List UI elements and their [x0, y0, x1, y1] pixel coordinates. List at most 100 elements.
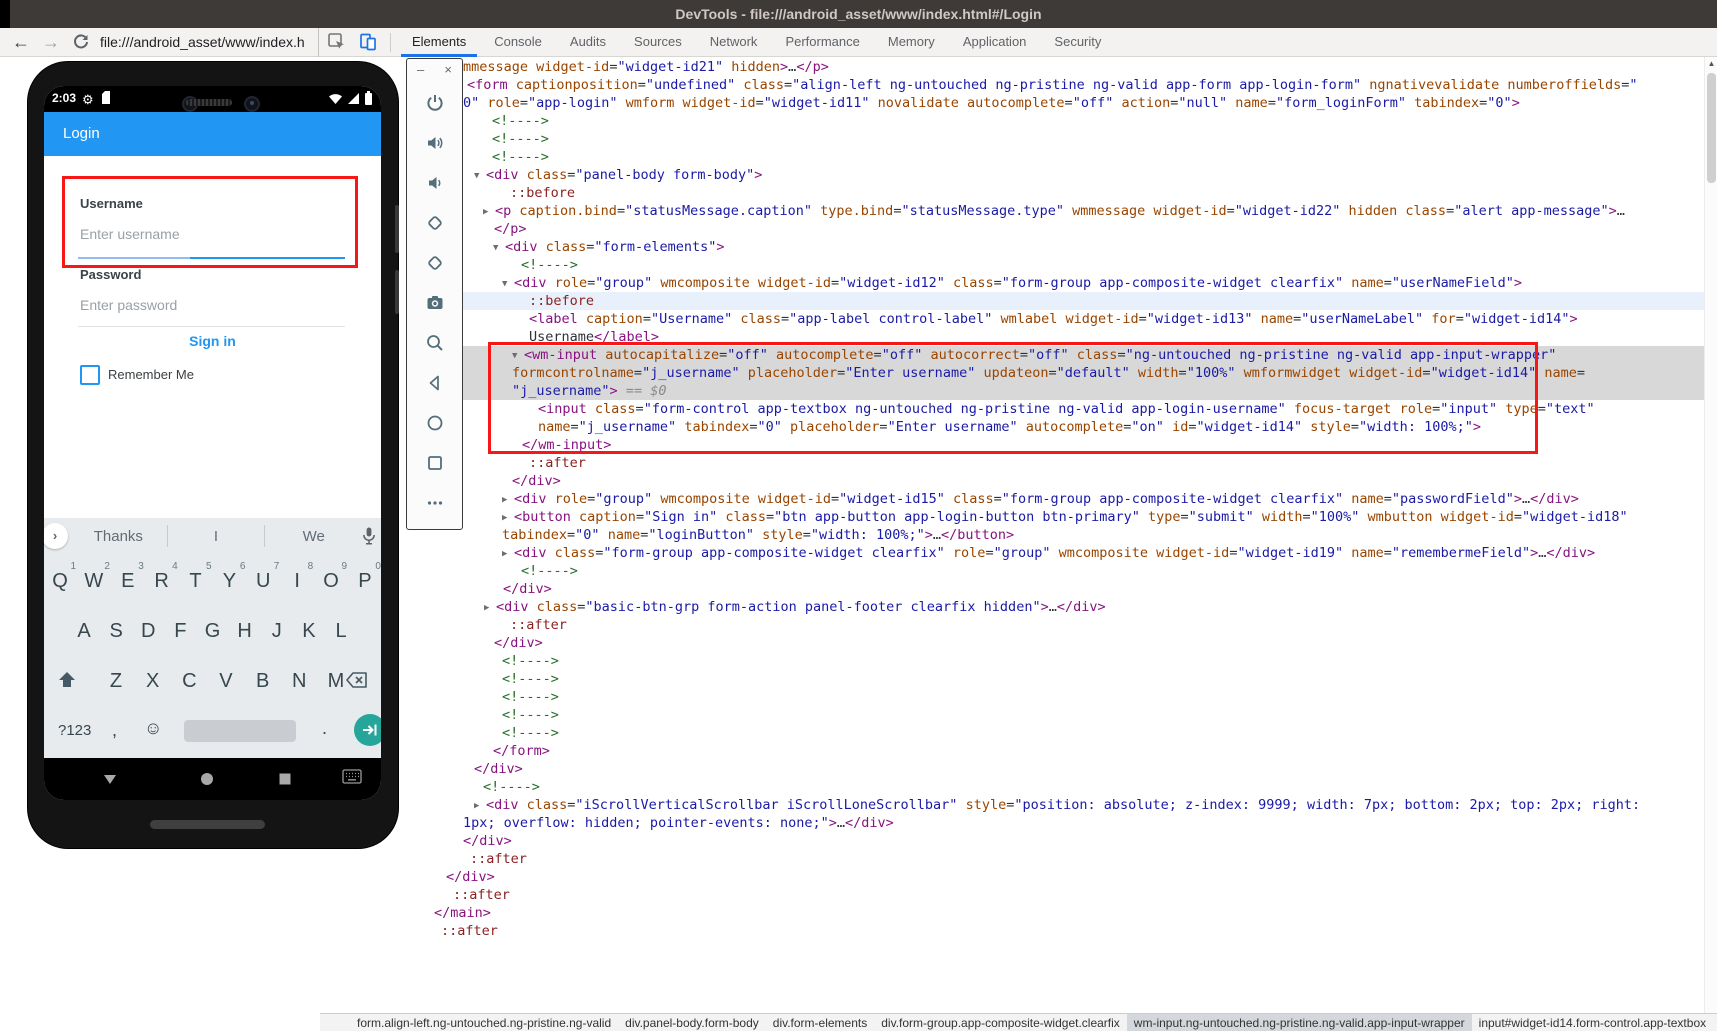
key-e[interactable]: E3 — [114, 570, 142, 593]
code-line[interactable]: ▶<div class="form-group app-composite-wi… — [423, 544, 1704, 562]
overview-icon[interactable] — [425, 453, 445, 473]
code-line[interactable]: <!----> — [423, 670, 1704, 688]
inspect-icon[interactable] — [327, 32, 349, 54]
code-line[interactable]: </form> — [423, 742, 1704, 760]
more-icon[interactable] — [425, 493, 445, 513]
code-line[interactable]: </div> — [423, 832, 1704, 850]
code-line[interactable]: </p> — [423, 220, 1704, 238]
code-line[interactable]: 0" role="app-login" wmform widget-id="wi… — [423, 94, 1704, 112]
window-titlebar[interactable]: DevTools - file:///android_asset/www/ind… — [0, 0, 1717, 28]
breadcrumb-item[interactable]: div.panel-body.form-body — [618, 1014, 766, 1031]
breadcrumb-item[interactable]: div.form-group.app-composite-widget.clea… — [874, 1014, 1127, 1031]
back-icon[interactable] — [425, 373, 445, 393]
period-key[interactable]: . — [322, 718, 327, 739]
code-line[interactable]: <!----> — [423, 562, 1704, 580]
rotate-left-icon[interactable] — [425, 213, 445, 233]
key-f[interactable]: F — [166, 620, 194, 643]
tab-sources[interactable]: Sources — [620, 28, 696, 57]
home-icon[interactable] — [425, 413, 445, 433]
code-line[interactable]: </main> — [423, 904, 1704, 922]
key-t[interactable]: T5 — [182, 570, 210, 593]
key-z[interactable]: Z — [102, 670, 130, 693]
volume-up-icon[interactable] — [425, 133, 445, 153]
key-j[interactable]: J — [263, 620, 291, 643]
camera-icon[interactable] — [425, 293, 445, 313]
code-line[interactable]: mmessage widget-id="widget-id21" hidden>… — [423, 58, 1704, 76]
suggestion-i[interactable]: I — [168, 528, 265, 545]
code-line[interactable]: <!----> — [423, 130, 1704, 148]
code-line[interactable]: <!----> — [423, 148, 1704, 166]
minimize-button[interactable]: – — [417, 59, 424, 83]
devtools-scrollbar[interactable]: ▲ — [1704, 57, 1717, 1013]
key-v[interactable]: V — [212, 670, 240, 693]
key-g[interactable]: G — [199, 620, 227, 643]
key-b[interactable]: B — [249, 670, 277, 693]
breadcrumb-item[interactable]: wm-input.ng-untouched.ng-pristine.ng-val… — [1127, 1014, 1472, 1031]
key-u[interactable]: U7 — [249, 570, 277, 593]
tab-security[interactable]: Security — [1040, 28, 1115, 57]
code-line[interactable]: </div> — [423, 580, 1704, 598]
key-i[interactable]: I8 — [283, 570, 311, 593]
code-line[interactable]: ::before — [423, 184, 1704, 202]
backspace-icon[interactable] — [345, 670, 369, 690]
remember-me-checkbox[interactable] — [80, 365, 100, 385]
expand-suggestions-icon[interactable]: › — [44, 523, 68, 549]
key-y[interactable]: Y6 — [215, 570, 243, 593]
url-field[interactable]: file:///android_asset/www/index.h — [100, 28, 305, 57]
key-a[interactable]: A — [70, 620, 98, 643]
code-line[interactable]: ▼<form captionposition="undefined" class… — [423, 76, 1704, 94]
key-r[interactable]: R4 — [148, 570, 176, 593]
key-h[interactable]: H — [231, 620, 259, 643]
code-line[interactable]: <!----> — [423, 706, 1704, 724]
code-line[interactable]: <!----> — [423, 652, 1704, 670]
key-d[interactable]: D — [134, 620, 162, 643]
code-line[interactable]: ▶<p caption.bind="statusMessage.caption"… — [423, 202, 1704, 220]
key-w[interactable]: W2 — [80, 570, 108, 593]
key-c[interactable]: C — [175, 670, 203, 693]
back-arrow-icon[interactable]: ← — [8, 28, 34, 57]
code-line[interactable]: </div> — [423, 868, 1704, 886]
code-line[interactable]: ▶<div class="iScrollVerticalScrollbar iS… — [423, 796, 1704, 814]
scroll-up-icon[interactable]: ▲ — [1705, 57, 1717, 71]
code-line[interactable]: <label caption="Username" class="app-lab… — [423, 310, 1704, 328]
breadcrumb-item[interactable]: div.form-elements — [766, 1014, 874, 1031]
code-line[interactable]: <!----> — [423, 778, 1704, 796]
code-line[interactable]: ▶<div role="group" wmcomposite widget-id… — [423, 490, 1704, 508]
code-line[interactable]: ▶<div class="basic-btn-grp form-action p… — [423, 598, 1704, 616]
comma-key[interactable]: , — [112, 720, 117, 741]
mic-icon[interactable] — [359, 526, 379, 546]
tab-console[interactable]: Console — [480, 28, 556, 57]
enter-key[interactable] — [354, 714, 381, 746]
code-line[interactable]: ▶<button caption="Sign in" class="btn ap… — [423, 508, 1704, 526]
scrollbar-thumb[interactable] — [1707, 73, 1716, 183]
code-line[interactable]: </div> — [423, 760, 1704, 778]
code-line[interactable]: <!----> — [423, 688, 1704, 706]
tab-elements[interactable]: Elements — [398, 28, 480, 57]
suggestion-thanks[interactable]: Thanks — [70, 528, 167, 545]
key-k[interactable]: K — [295, 620, 323, 643]
code-line[interactable]: ::after — [423, 616, 1704, 634]
key-o[interactable]: O9 — [317, 570, 345, 593]
volume-button[interactable] — [395, 205, 399, 253]
suggestion-we[interactable]: We — [265, 528, 362, 545]
close-button[interactable]: × — [444, 59, 452, 83]
rotate-right-icon[interactable] — [425, 253, 445, 273]
recents-square-icon[interactable] — [275, 769, 295, 789]
back-triangle-icon[interactable] — [100, 769, 120, 789]
symbols-key[interactable]: ?123 — [58, 722, 91, 739]
tab-memory[interactable]: Memory — [874, 28, 949, 57]
breadcrumb-item[interactable]: input#widget-id14.form-control.app-textb… — [1472, 1014, 1713, 1031]
code-line[interactable]: 1px; overflow: hidden; pointer-events: n… — [423, 814, 1704, 832]
code-line[interactable]: ▼<div class="panel-body form-body"> — [423, 166, 1704, 184]
code-line[interactable]: ▼<div class="form-elements"> — [423, 238, 1704, 256]
space-key[interactable] — [184, 720, 296, 742]
password-input[interactable]: Enter password — [80, 297, 177, 313]
code-line[interactable]: ::after — [423, 454, 1704, 472]
power-button[interactable] — [395, 270, 399, 314]
code-line[interactable]: ::after — [423, 922, 1704, 940]
tab-audits[interactable]: Audits — [556, 28, 620, 57]
code-line[interactable]: ▼<div role="group" wmcomposite widget-id… — [423, 274, 1704, 292]
code-line[interactable]: </div> — [423, 472, 1704, 490]
zoom-icon[interactable] — [425, 333, 445, 353]
smiley-icon[interactable]: ☺ — [144, 718, 162, 739]
